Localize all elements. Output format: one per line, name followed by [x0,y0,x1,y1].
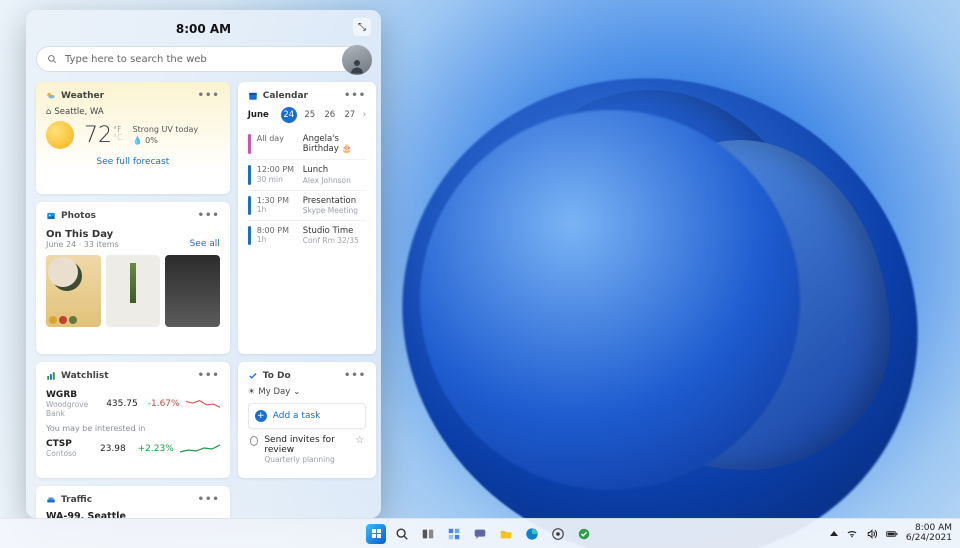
calendar-icon [248,91,258,101]
calendar-event[interactable]: 8:00 PM1h Studio TimeConf Rm 32/35 [248,220,366,250]
edge-button[interactable] [522,524,542,544]
sun-small-icon: ☀ [248,387,256,397]
volume-icon [866,528,878,540]
card-title: Watchlist [61,371,109,381]
star-icon[interactable]: ☆ [355,435,364,446]
calendar-event[interactable]: 1:30 PM1h PresentationSkype Meeting [248,190,366,220]
calendar-event[interactable]: All day Angela's Birthday 🎂 [248,129,366,159]
sun-icon [46,121,74,149]
todo-icon [248,371,258,381]
calendar-card[interactable]: Calendar ••• June 24 25 26 27 › All day … [238,82,376,354]
sparkline-icon [186,398,220,410]
expand-icon[interactable]: ⤡ [353,18,371,36]
taskview-button[interactable] [418,524,438,544]
card-title: To Do [263,371,291,381]
photo-thumb[interactable] [46,255,101,327]
tray-date: 6/24/2021 [906,534,952,544]
explorer-button[interactable] [496,524,516,544]
taskbar: 8:00 AM 6/24/2021 [0,518,960,548]
forecast-link[interactable]: See full forecast [46,157,220,167]
todo-card[interactable]: To Do ••• ☀ My Day ⌄ + Add a task Send i… [238,362,376,478]
app-icon[interactable] [548,524,568,544]
temperature: 72 °F°C [84,123,123,148]
chevron-right-icon[interactable]: › [363,110,366,120]
avatar[interactable] [342,45,372,75]
card-title: Calendar [263,91,308,101]
photos-icon [46,211,56,221]
chat-button[interactable] [470,524,490,544]
calendar-days: June 24 25 26 27 › [248,107,366,123]
card-title: Photos [61,211,96,221]
tray-overflow-icon[interactable] [830,531,838,536]
search-input[interactable]: Type here to search the web [36,46,371,72]
widgets-button[interactable] [444,524,464,544]
more-icon[interactable]: ••• [198,370,220,381]
more-icon[interactable]: ••• [344,370,366,381]
more-icon[interactable]: ••• [198,90,220,101]
search-button[interactable] [392,524,412,544]
photo-thumb[interactable] [165,255,220,327]
photos-heading: On This Day [46,229,119,240]
calendar-event[interactable]: 12:00 PM30 min LunchAlex Johnson [248,159,366,189]
watchlist-icon [46,371,56,381]
battery-icon [886,528,898,540]
weather-card[interactable]: Weather ••• ⌂Seattle, WA 72 °F°C Strong … [36,82,230,194]
watchlist-card[interactable]: Watchlist ••• WGRBWoodgrove Bank 435.75 … [36,362,230,478]
widgets-panel: 8:00 AM ⤡ Type here to search the web We… [26,10,381,518]
app-icon[interactable] [574,524,594,544]
checkbox-icon[interactable] [250,436,259,446]
myday-selector[interactable]: ☀ My Day ⌄ [248,387,366,397]
see-all-link[interactable]: See all [190,239,220,249]
plus-icon: + [255,410,267,422]
weather-icon [46,91,56,101]
card-title: Traffic [61,495,92,505]
photo-thumb[interactable] [106,255,161,327]
watchlist-row[interactable]: CTSPContoso 23.98 +2.23% [46,436,220,461]
watchlist-row[interactable]: WGRBWoodgrove Bank 435.75 -1.67% [46,387,220,421]
photo-thumbs [46,255,220,327]
traffic-icon [46,495,56,505]
chevron-down-icon: ⌄ [293,387,300,397]
todo-task[interactable]: Send invites for reviewQuarterly plannin… [248,429,366,470]
traffic-card[interactable]: Traffic ••• WA-99, Seattle Moderate traf… [36,486,230,518]
card-title: Weather [61,91,104,101]
photos-card[interactable]: Photos ••• On This Day June 24 · 33 item… [36,202,230,354]
photos-sub: June 24 · 33 items [46,240,119,249]
calendar-events: All day Angela's Birthday 🎂 12:00 PM30 m… [248,129,366,250]
sparkline-icon [180,443,220,455]
start-button[interactable] [366,524,386,544]
day-selected[interactable]: 24 [281,107,297,123]
traffic-route: WA-99, Seattle [46,511,220,518]
droplet-icon: 💧 [133,136,143,145]
add-task-input[interactable]: + Add a task [248,403,366,429]
more-icon[interactable]: ••• [198,210,220,221]
system-tray[interactable]: 8:00 AM 6/24/2021 [830,524,952,544]
pin-icon: ⌂ [46,107,51,117]
search-icon [47,54,57,64]
wifi-icon [846,528,858,540]
panel-clock: 8:00 AM [176,22,231,36]
more-icon[interactable]: ••• [198,494,220,505]
search-placeholder: Type here to search the web [65,54,207,65]
more-icon[interactable]: ••• [344,90,366,101]
